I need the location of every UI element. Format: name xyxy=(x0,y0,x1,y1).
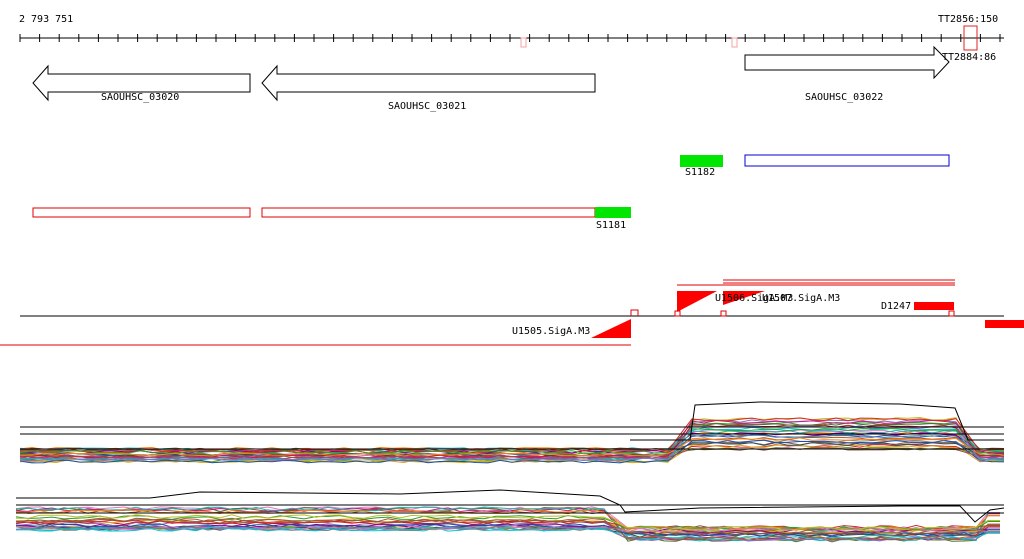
segment-label: S1181 xyxy=(596,220,627,231)
genome-browser-canvas xyxy=(0,25,1024,543)
gene-saouhsc-03021[interactable] xyxy=(261,64,596,102)
gene-saouhsc-03022[interactable] xyxy=(744,45,950,80)
promoter-marker xyxy=(948,310,955,317)
segment-s1182[interactable] xyxy=(680,155,723,167)
promoter-label: U1507.SigA.M3 xyxy=(762,293,841,304)
transcript-connector xyxy=(630,309,639,316)
promoter-marker xyxy=(674,310,681,317)
promoter-right-bar[interactable] xyxy=(985,320,1024,328)
promoter-label: U1505.SigA.M3 xyxy=(512,326,591,337)
ruler-marker xyxy=(731,37,738,48)
promoter-marker xyxy=(720,310,727,317)
ruler-marker xyxy=(520,37,527,48)
expression-track-2 xyxy=(15,489,1005,543)
cds-box-saouhsc-03022[interactable] xyxy=(744,154,950,167)
cds-box-saouhsc-03020[interactable] xyxy=(32,207,251,218)
expression-track-1 xyxy=(19,401,1005,464)
promoter-u1506-triangle[interactable] xyxy=(677,291,717,312)
gene-label: SAOUHSC_03021 xyxy=(388,101,467,112)
cds-box-saouhsc-03021[interactable] xyxy=(261,207,596,218)
promoter-d1247-bar[interactable] xyxy=(914,302,954,310)
gene-label: SAOUHSC_03020 xyxy=(101,92,180,103)
promoter-label: D1247 xyxy=(881,301,912,312)
gene-label: SAOUHSC_03022 xyxy=(805,92,884,103)
terminator-label: TT2884:86 xyxy=(942,52,997,63)
segment-label: S1182 xyxy=(685,167,716,178)
promoter-u1505-triangle[interactable] xyxy=(591,319,631,338)
segment-s1181[interactable] xyxy=(595,207,631,218)
